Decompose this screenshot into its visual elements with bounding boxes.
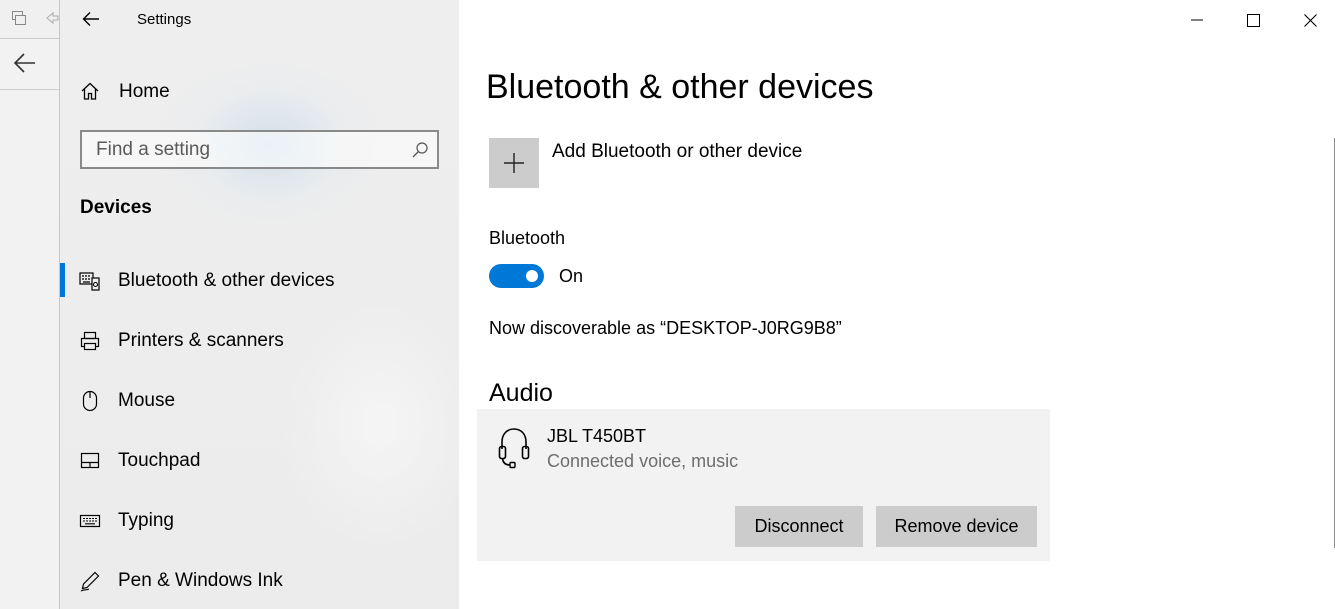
bluetooth-label: Bluetooth — [489, 228, 566, 248]
device-status: Connected voice, music — [547, 451, 739, 471]
add-device-label: Add Bluetooth or other device — [552, 141, 803, 162]
headphones-icon — [498, 428, 530, 469]
nav-item-label: Touchpad — [118, 450, 201, 471]
add-device-button[interactable]: Add Bluetooth or other device — [489, 138, 849, 188]
page-title: Bluetooth & other devices — [486, 68, 874, 106]
window-tiles-icon[interactable] — [11, 10, 27, 26]
nav-item-typing[interactable]: Typing — [60, 499, 460, 543]
device-name: JBL T450BT — [547, 426, 647, 446]
device-card[interactable]: JBL T450BT Connected voice, music Discon… — [477, 409, 1050, 561]
touchpad-icon — [79, 450, 101, 472]
mouse-icon — [79, 390, 101, 412]
search-input[interactable] — [82, 132, 416, 167]
divider — [0, 89, 60, 90]
settings-nav-pane: Settings Home Devices — [59, 0, 460, 609]
nav-item-label: Bluetooth & other devices — [118, 270, 335, 291]
background-window-toolbar — [0, 0, 60, 39]
nav-item-label: Printers & scanners — [118, 330, 284, 351]
nav-item-printers[interactable]: Printers & scanners — [60, 319, 460, 363]
printer-icon — [79, 330, 101, 352]
nav-item-label: Pen & Windows Ink — [118, 570, 283, 591]
home-icon — [81, 82, 99, 100]
disconnect-button[interactable]: Disconnect — [735, 506, 863, 547]
search-icon[interactable] — [411, 141, 429, 159]
section-header: Devices — [80, 197, 152, 218]
nav-item-label: Typing — [118, 510, 174, 531]
nav-home[interactable]: Home — [60, 74, 460, 110]
back-arrow-icon — [82, 12, 99, 26]
toggle-knob — [526, 270, 538, 282]
window-title: Settings — [137, 11, 192, 28]
close-icon — [1303, 13, 1317, 27]
bluetooth-toggle[interactable] — [489, 264, 544, 288]
nav-item-touchpad[interactable]: Touchpad — [60, 439, 460, 483]
minimize-icon — [1191, 19, 1203, 21]
nav-item-pen[interactable]: Pen & Windows Ink — [60, 559, 460, 603]
nav-item-bluetooth[interactable]: Bluetooth & other devices — [60, 259, 460, 303]
plus-icon — [504, 153, 524, 173]
close-button[interactable] — [1282, 0, 1335, 40]
bluetooth-toggle-state: On — [559, 266, 584, 286]
share-icon[interactable] — [45, 10, 59, 26]
remove-device-button[interactable]: Remove device — [876, 506, 1037, 547]
search-box — [80, 130, 439, 169]
maximize-button[interactable] — [1225, 0, 1281, 40]
back-arrow-icon[interactable] — [13, 52, 37, 74]
nav-item-label: Mouse — [118, 390, 176, 411]
discoverable-text: Now discoverable as “DESKTOP-J0RG9B8” — [489, 318, 842, 338]
screen: Settings Home Devices — [0, 0, 1335, 609]
bluetooth-devices-icon — [79, 270, 101, 292]
pen-icon — [79, 570, 101, 592]
main-content: Bluetooth & other devices Add Bluetooth … — [459, 0, 1335, 609]
home-label: Home — [119, 81, 170, 102]
maximize-icon — [1246, 13, 1260, 27]
minimize-button[interactable] — [1169, 0, 1225, 40]
selection-indicator — [60, 263, 65, 297]
background-window — [0, 0, 60, 609]
plus-tile — [489, 138, 539, 188]
keyboard-icon — [79, 510, 101, 532]
audio-section-header: Audio — [489, 379, 553, 407]
nav-item-mouse[interactable]: Mouse — [60, 379, 460, 423]
back-button[interactable] — [80, 8, 102, 30]
